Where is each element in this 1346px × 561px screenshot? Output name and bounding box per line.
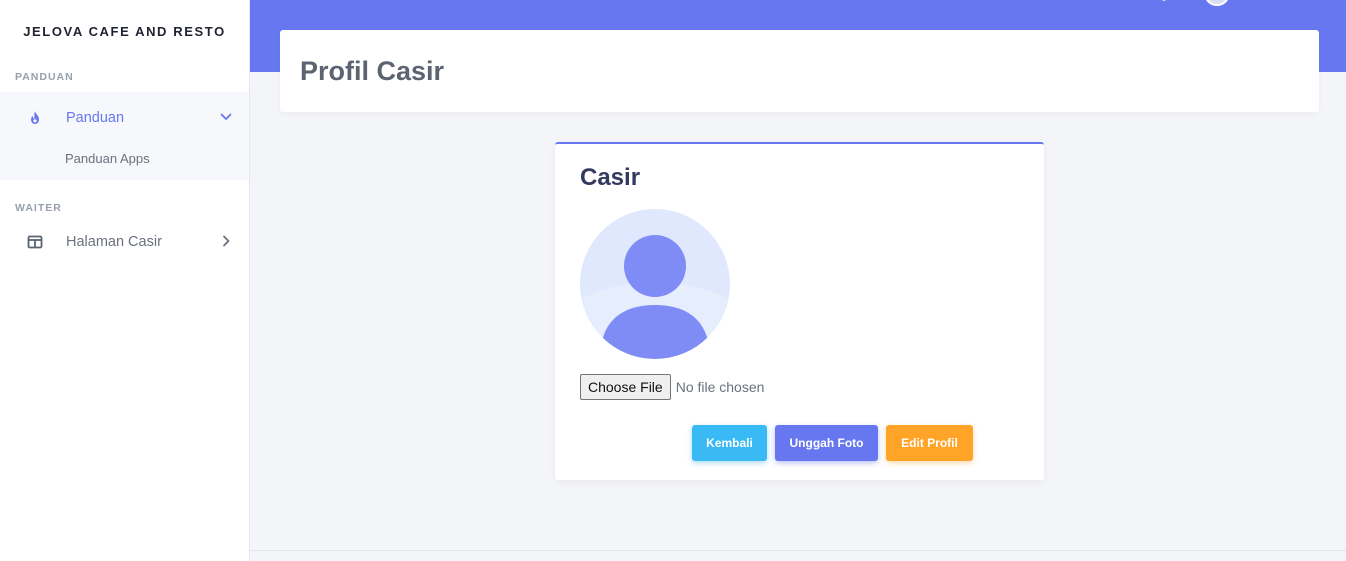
sidebar-subitem-panduan-apps[interactable]: Panduan Apps: [0, 144, 249, 180]
navbar-indicator: [1162, 0, 1166, 1]
back-button[interactable]: Kembali: [692, 425, 767, 461]
section-header: Profil Casir: [280, 30, 1319, 112]
profile-name: Casir: [580, 164, 641, 191]
sidebar-item-label: Panduan: [66, 110, 125, 126]
columns-icon: [27, 235, 43, 249]
brand-title[interactable]: JELOVA CAFE AND RESTO: [0, 0, 249, 62]
file-status: No file chosen: [675, 379, 765, 395]
user-avatar[interactable]: [1204, 0, 1230, 6]
sidebar-section-panduan: PANDUAN: [15, 71, 74, 83]
sidebar-section-waiter: WAITER: [15, 202, 62, 214]
page-title: Profil Casir: [300, 55, 445, 86]
profile-card: Casir Choose File No file chosen Kembali…: [555, 142, 1044, 480]
edit-profile-button[interactable]: Edit Profil: [886, 425, 973, 461]
app-root: JELOVA CAFE AND RESTO PANDUAN Panduan Pa…: [0, 0, 1346, 561]
file-input: Choose File No file chosen: [580, 374, 764, 400]
upload-photo-button[interactable]: Unggah Foto: [775, 425, 878, 461]
chevron-down-icon[interactable]: [219, 110, 233, 124]
sidebar-item-halaman-casir[interactable]: Halaman Casir: [0, 216, 249, 268]
sidebar: JELOVA CAFE AND RESTO PANDUAN Panduan Pa…: [0, 0, 250, 561]
footer-divider: [250, 550, 1346, 551]
chevron-right-icon[interactable]: [219, 234, 233, 248]
sidebar-item-label: Halaman Casir: [66, 234, 162, 250]
choose-file-button[interactable]: Choose File: [580, 374, 671, 400]
fire-icon: [31, 111, 39, 124]
sidebar-item-panduan[interactable]: Panduan: [0, 92, 249, 144]
sidebar-group-panduan: Panduan Panduan Apps: [0, 92, 249, 180]
user-avatar-icon: [580, 209, 730, 359]
